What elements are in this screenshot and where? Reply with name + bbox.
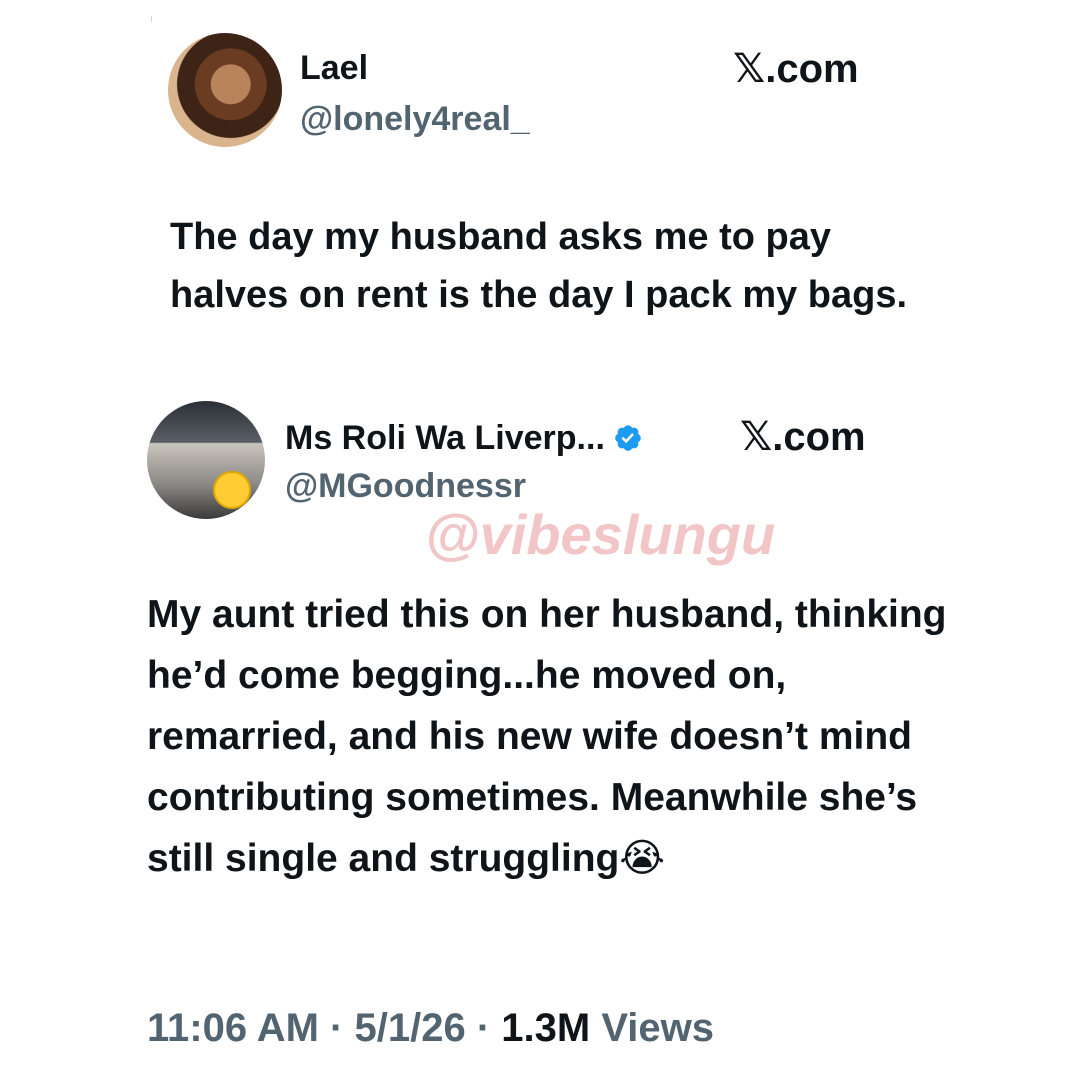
hand-over-mouth-emoji-icon bbox=[213, 471, 251, 509]
x-logo-site-label: 𝕏.com bbox=[733, 47, 859, 91]
tweet-time[interactable]: 11:06 AM bbox=[147, 1006, 319, 1050]
author-name[interactable]: Ms Roli Wa Liverp... bbox=[285, 419, 605, 457]
tweet-text: The day my husband asks me to pay halves… bbox=[170, 216, 908, 316]
tweet-meta: 11:06 AM · 5/1/26 · 1.3M Views bbox=[147, 1002, 714, 1054]
x-logo-site-label: 𝕏.com bbox=[740, 415, 866, 459]
tweet-date[interactable]: 5/1/26 bbox=[354, 1006, 465, 1050]
avatar[interactable] bbox=[147, 401, 265, 519]
author-handle[interactable]: @MGoodnessr bbox=[285, 466, 526, 506]
corner-mark bbox=[151, 16, 152, 22]
meta-separator: · bbox=[465, 1006, 502, 1050]
views-count: 1.3M bbox=[501, 1006, 591, 1050]
avatar[interactable] bbox=[168, 33, 282, 147]
author-name[interactable]: Lael bbox=[300, 48, 368, 88]
tweet-text: My aunt tried this on her husband, think… bbox=[147, 593, 947, 880]
watermark: @vibeslungu bbox=[425, 503, 776, 566]
author-name-row: Ms Roli Wa Liverp... bbox=[285, 418, 643, 458]
views-label[interactable]: Views bbox=[601, 1006, 714, 1050]
author-handle[interactable]: @lonely4real_ bbox=[300, 99, 530, 139]
verified-badge-icon bbox=[615, 425, 641, 451]
meta-separator: · bbox=[318, 1006, 355, 1050]
